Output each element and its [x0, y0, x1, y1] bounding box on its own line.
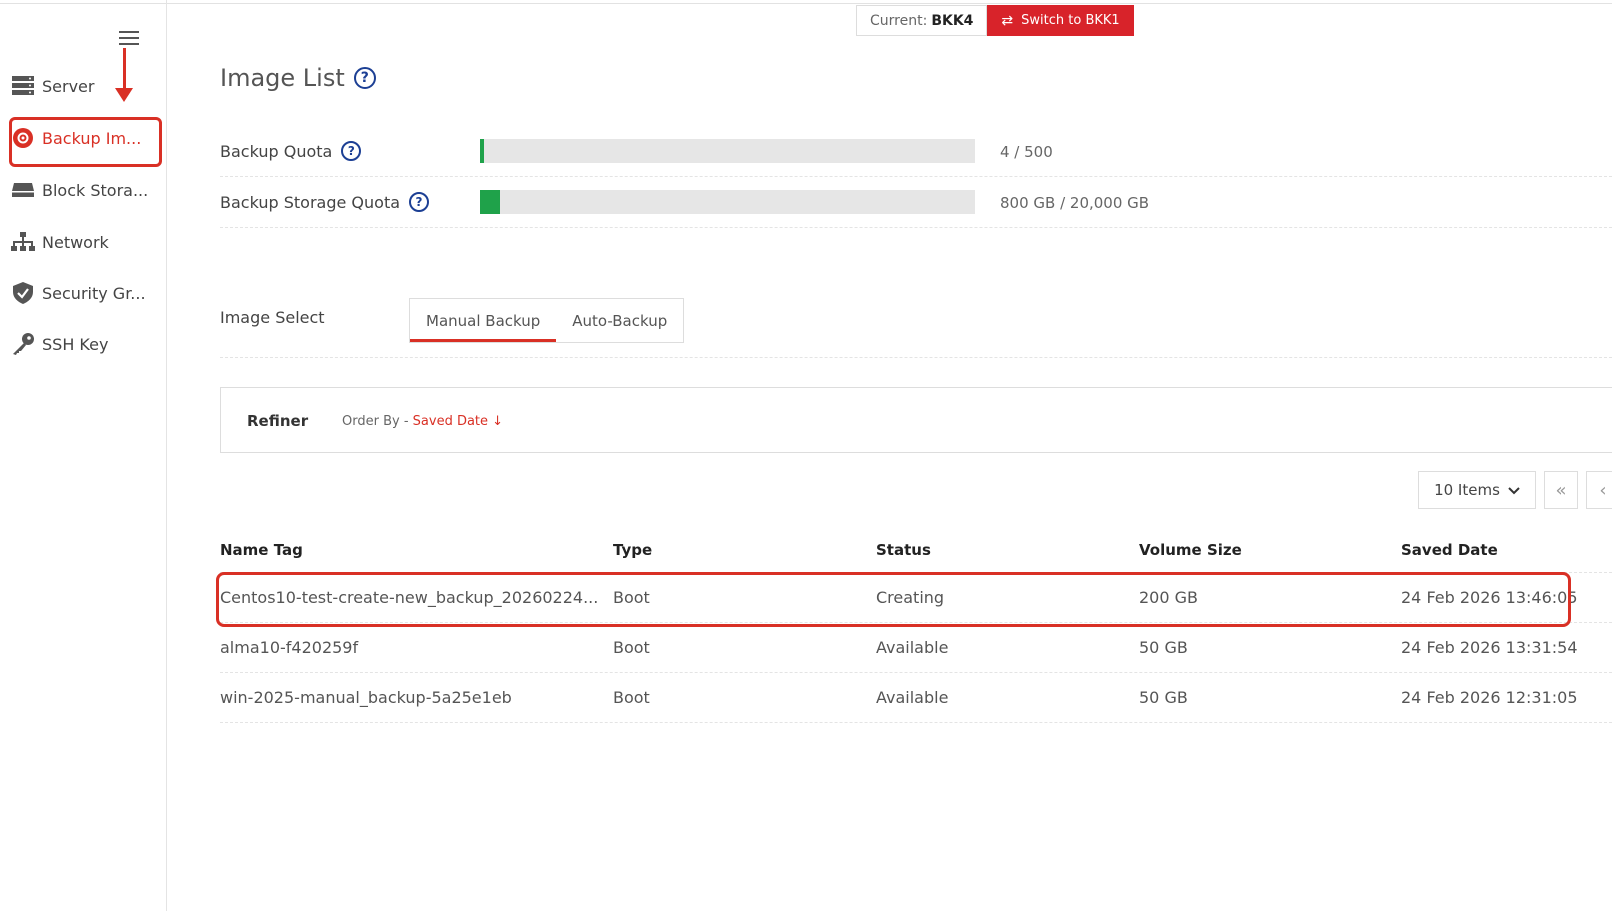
first-page-icon[interactable]: «: [1544, 471, 1578, 509]
quota-progress-bar: [480, 190, 975, 214]
key-icon: [10, 332, 36, 356]
saved-date-cell: 24 Feb 2026 13:31:54: [1401, 638, 1578, 657]
server-icon: [10, 74, 36, 98]
switch-region-button[interactable]: ⇄ Switch to BKK1: [987, 5, 1134, 36]
quota-progress-bar: [480, 139, 975, 163]
switch-arrows-icon: ⇄: [1001, 12, 1014, 29]
storage-icon: [10, 178, 36, 202]
sidebar-item-ssh-key[interactable]: SSH Key: [10, 324, 160, 364]
order-by-value: Saved Date ↓: [412, 414, 504, 429]
status-cell: Available: [876, 688, 949, 707]
help-icon[interactable]: ?: [341, 141, 362, 161]
backup-quota-row: Backup Quota ? 4 / 500: [220, 127, 1612, 177]
sidebar-item-network[interactable]: Network: [10, 222, 160, 262]
sidebar-item-label: Network: [42, 232, 109, 252]
table-row[interactable]: win-2025-manual_backup-5a25e1eb Boot Ava…: [220, 673, 1612, 723]
sidebar-item-label: Server: [42, 76, 95, 96]
previous-page-icon[interactable]: ‹: [1586, 471, 1612, 509]
sidebar-item-security-group[interactable]: Security Gr...: [10, 273, 160, 313]
type-cell: Boot: [613, 638, 650, 657]
current-region-value: BKK4: [931, 12, 974, 29]
refiner-label: Refiner: [247, 412, 309, 430]
annotation-highlight-box: [9, 117, 162, 167]
hamburger-menu-icon[interactable]: [119, 31, 139, 47]
sidebar-item-server[interactable]: Server: [10, 66, 160, 106]
volume-size-cell: 50 GB: [1139, 638, 1188, 657]
image-select-row: Image Select Manual Backup Auto-Backup: [220, 298, 1612, 358]
chevron-down-icon: [1508, 481, 1520, 499]
column-header[interactable]: Type: [613, 541, 652, 559]
quota-progress-fill: [480, 139, 484, 163]
name-tag-cell[interactable]: win-2025-manual_backup-5a25e1eb: [220, 688, 512, 707]
sidebar-item-block-storage[interactable]: Block Stora...: [10, 170, 160, 210]
table-row[interactable]: alma10-f420259f Boot Available 50 GB 24 …: [220, 623, 1612, 673]
column-header[interactable]: Status: [876, 541, 931, 559]
sidebar: Server Backup Im... Block Stora... Netwo…: [0, 0, 167, 911]
column-header[interactable]: Name Tag: [220, 541, 303, 559]
quota-value: 800 GB / 20,000 GB: [1000, 194, 1150, 212]
backup-storage-quota-row: Backup Storage Quota ? 800 GB / 20,000 G…: [220, 178, 1612, 228]
refiner-panel: Refiner Order By - Saved Date ↓: [220, 387, 1612, 453]
column-header[interactable]: Volume Size: [1139, 541, 1242, 559]
status-cell: Available: [876, 638, 949, 657]
region-switcher: Current: BKK4 ⇄ Switch to BKK1: [856, 5, 1134, 36]
quota-value: 4 / 500: [1000, 143, 1053, 161]
image-select-tabs: Manual Backup Auto-Backup: [409, 298, 685, 343]
quota-label: Backup Storage Quota: [220, 192, 401, 212]
name-tag-cell[interactable]: alma10-f420259f: [220, 638, 358, 657]
tab-auto-backup[interactable]: Auto-Backup: [556, 299, 683, 342]
shield-icon: [10, 281, 36, 305]
quota-label: Backup Quota: [220, 141, 333, 161]
current-region: Current: BKK4: [856, 5, 988, 36]
table-header: Name Tag Type Status Volume Size Saved D…: [220, 537, 1612, 573]
sidebar-item-label: Security Gr...: [42, 283, 146, 303]
network-icon: [10, 230, 36, 254]
order-by[interactable]: Order By - Saved Date ↓: [342, 414, 503, 429]
quota-progress-fill: [480, 190, 500, 214]
annotation-row-highlight: [216, 572, 1571, 627]
type-cell: Boot: [613, 688, 650, 707]
sidebar-item-label: SSH Key: [42, 334, 109, 354]
sidebar-item-label: Block Stora...: [42, 180, 149, 200]
saved-date-cell: 24 Feb 2026 12:31:05: [1401, 688, 1578, 707]
column-header[interactable]: Saved Date: [1401, 541, 1498, 559]
help-icon[interactable]: ?: [353, 67, 376, 89]
tab-manual-backup[interactable]: Manual Backup: [410, 299, 557, 342]
volume-size-cell: 50 GB: [1139, 688, 1188, 707]
image-select-label: Image Select: [220, 308, 325, 327]
pagination: 10 Items « ‹: [1418, 471, 1612, 509]
items-per-page-select[interactable]: 10 Items: [1418, 471, 1536, 509]
page-title: Image List ?: [220, 64, 376, 92]
help-icon[interactable]: ?: [409, 192, 430, 212]
top-divider: [0, 3, 1612, 4]
